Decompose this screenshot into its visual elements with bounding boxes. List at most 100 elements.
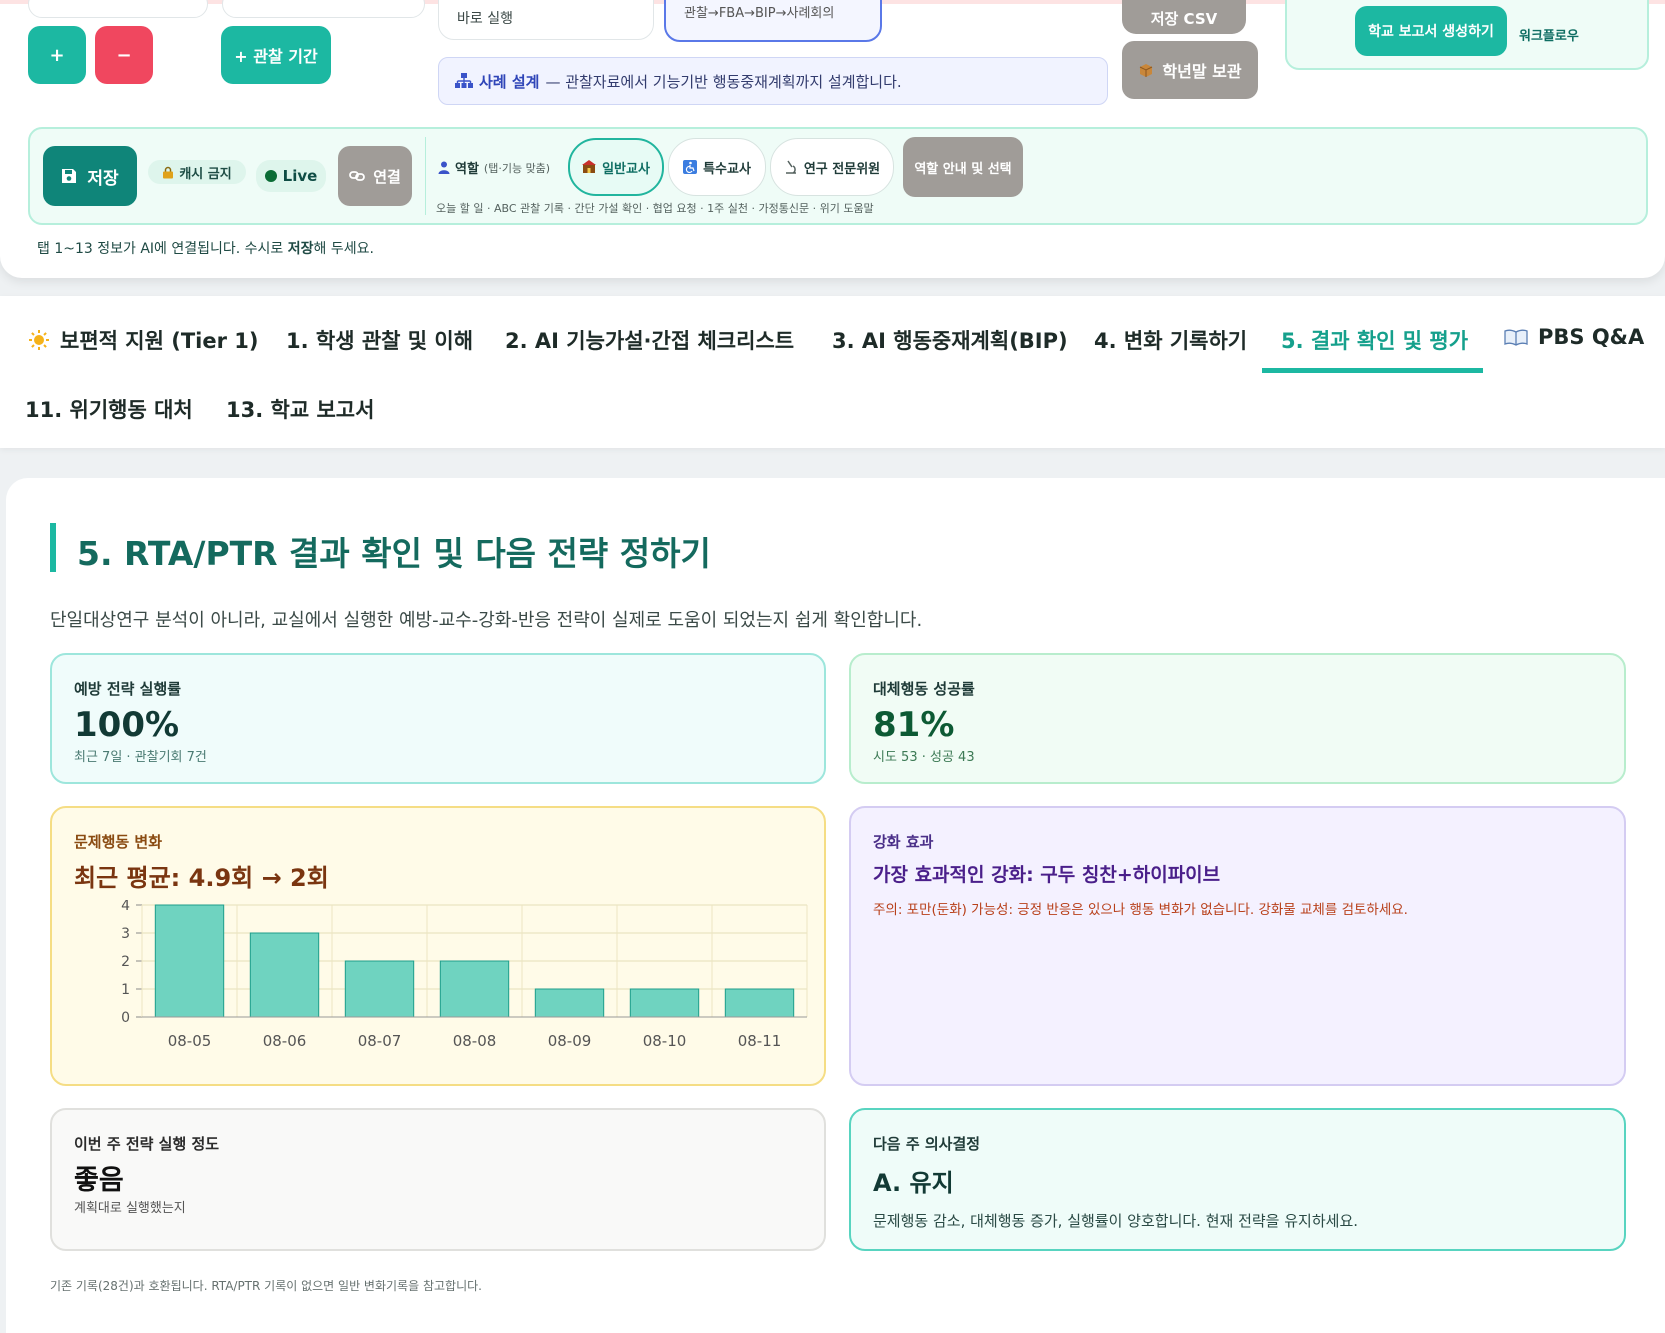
school-icon <box>582 160 597 173</box>
fidelity-label: 이번 주 전략 실행 정도 <box>74 1135 220 1153</box>
tab-bip[interactable]: 3. AI 행동중재계획(BIP) <box>832 325 1068 355</box>
page-title: 5. RTA/PTR 결과 확인 및 다음 전략 정하기 <box>77 534 711 573</box>
decision-sub: 문제행동 감소, 대체행동 증가, 실행률이 양호합니다. 현재 전략을 유지하… <box>873 1212 1359 1230</box>
y-tick-label: 4 <box>121 900 130 914</box>
role-general-label: 일반교사 <box>602 161 650 177</box>
prevention-rate-value: 100% <box>74 705 180 745</box>
cache-badge: 캐시 금지 <box>148 160 246 184</box>
role-special-label: 특수교사 <box>703 161 751 177</box>
replacement-rate-value: 81% <box>873 705 955 745</box>
x-tick-label: 08-05 <box>168 1032 212 1050</box>
tab-observation[interactable]: 1. 학생 관찰 및 이해 <box>286 325 473 355</box>
compat-footnote: 기존 기록(28건)과 호환됩니다. RTA/PTR 기록이 없으면 일반 변화… <box>50 1279 482 1293</box>
report-panel: 학교 보고서 생성하기 워크플로우 <box>1285 0 1649 70</box>
chart-bar <box>439 960 510 1018</box>
tab-tier1[interactable]: 보편적 지원 (Tier 1) <box>28 325 258 355</box>
fidelity-sub: 계획대로 실행했는지 <box>74 1201 186 1216</box>
role-guide-button[interactable]: 역할 안내 및 선택 <box>903 137 1023 197</box>
problem-behavior-value: 최근 평균: 4.9회 → 2회 <box>74 864 329 892</box>
x-tick-label: 08-09 <box>548 1032 592 1050</box>
tab-function-hypothesis[interactable]: 2. AI 기능가설·간접 체크리스트 <box>505 325 794 355</box>
ai-notice-bold: 저장 <box>287 241 314 257</box>
decision-card: 다음 주 의사결정 A. 유지 문제행동 감소, 대체행동 증가, 실행률이 양… <box>849 1108 1626 1251</box>
role-label: 역할 <box>455 162 479 177</box>
tab-crisis[interactable]: 11. 위기행동 대처 <box>25 394 193 424</box>
role-research-label: 연구 전문위원 <box>803 161 881 177</box>
x-tick-label: 08-08 <box>453 1032 497 1050</box>
chart-bar <box>534 988 605 1018</box>
replacement-rate-card: 대체행동 성공률 81% 시도 53 · 성공 43 <box>849 653 1626 784</box>
x-tick-label: 08-06 <box>263 1032 307 1050</box>
plus-button[interactable]: + <box>28 26 86 84</box>
today-tasks: 오늘 할 일 · ABC 관찰 기록 · 간단 가설 확인 · 협업 요청 · … <box>436 202 874 215</box>
flow-label: 관찰→FBA→BIP→사례회의 <box>684 6 835 21</box>
top-field-2[interactable] <box>222 0 425 18</box>
tab-change-log[interactable]: 4. 변화 기록하기 <box>1094 325 1247 355</box>
box-icon <box>1140 64 1153 77</box>
open-book-icon <box>1504 329 1528 346</box>
case-design-title: 사례 설계 <box>479 72 540 91</box>
y-tick-label: 3 <box>121 926 130 942</box>
run-now-card[interactable]: 바로 실행 <box>438 0 654 40</box>
chart-bar <box>249 932 320 1018</box>
person-icon <box>438 161 450 174</box>
x-tick-label: 08-11 <box>738 1032 782 1050</box>
workflow-link[interactable]: 워크플로우 <box>1519 25 1579 44</box>
reinforcement-card: 강화 효과 가장 효과적인 강화: 구두 칭찬+하이파이브 주의: 포만(둔화)… <box>849 806 1626 1086</box>
floppy-icon <box>62 169 77 183</box>
ai-notice-prefix: 탭 1~13 정보가 AI에 연결됩니다. 수시로 <box>37 241 288 257</box>
school-report-button[interactable]: 학교 보고서 생성하기 <box>1355 6 1507 56</box>
connect-button[interactable]: 연결 <box>338 146 412 206</box>
lock-icon <box>163 166 174 178</box>
tab-pbs-qa[interactable]: PBS Q&A <box>1504 325 1644 349</box>
problem-behavior-bar-chart: 0 1 2 3 4 08-05 08-06 08-07 08-08 08-09 08-10 08-11 <box>121 900 808 1050</box>
sun-icon <box>29 330 49 350</box>
tab-pbs-qa-label: PBS Q&A <box>1538 325 1645 349</box>
save-label: 저장 <box>87 168 119 189</box>
connect-label: 연결 <box>373 167 401 186</box>
role-hint: (탭·기능 맞춤) <box>483 161 551 175</box>
reinforcement-value: 가장 효과적인 강화: 구두 칭찬+하이파이브 <box>873 864 1221 886</box>
reinforcement-warning: 주의: 포만(둔화) 가능성: 긍정 반응은 있으나 행동 변화가 없습니다. … <box>873 902 1408 918</box>
y-tick-label: 2 <box>121 954 130 970</box>
problem-behavior-label: 문제행동 변화 <box>74 833 163 851</box>
role-special-teacher[interactable]: 특수교사 <box>668 138 766 196</box>
problem-behavior-card: 문제행동 변화 최근 평균: 4.9회 → 2회 0 1 2 3 4 08-05 08-06… <box>50 806 826 1086</box>
minus-button[interactable]: − <box>95 26 153 84</box>
csv-label: 저장 CSV <box>1150 9 1218 28</box>
tab-results[interactable]: 5. 결과 확인 및 평가 <box>1281 325 1468 355</box>
ai-notice: 탭 1~13 정보가 AI에 연결됩니다. 수시로 저장해 두세요. <box>37 238 374 258</box>
sitemap-icon <box>455 73 473 88</box>
csv-button[interactable]: 저장 CSV <box>1122 0 1246 34</box>
fidelity-card: 이번 주 전략 실행 정도 좋음 계획대로 실행했는지 <box>50 1108 826 1251</box>
live-label: Live <box>282 167 318 185</box>
live-badge: Live <box>256 160 326 192</box>
role-research-expert[interactable]: 연구 전문위원 <box>770 138 894 196</box>
chart-bar <box>154 904 225 1018</box>
top-field-1[interactable] <box>28 0 208 18</box>
prevention-rate-label: 예방 전략 실행률 <box>74 680 182 698</box>
flow-card[interactable]: 관찰→FBA→BIP→사례회의 <box>664 0 882 42</box>
x-tick-label: 08-10 <box>643 1032 687 1050</box>
decision-value: A. 유지 <box>873 1169 954 1197</box>
chart-bar <box>629 988 700 1018</box>
fidelity-value: 좋음 <box>74 1165 124 1196</box>
archive-button[interactable]: 학년말 보관 <box>1122 41 1258 99</box>
microscope-icon <box>785 160 796 174</box>
link-icon <box>349 171 366 181</box>
live-dot-icon <box>264 170 277 182</box>
add-period-button[interactable]: + 관찰 기간 <box>221 26 331 84</box>
role-heading: 역할 (탭·기능 맞춤) <box>438 158 550 177</box>
x-tick-label: 08-07 <box>358 1032 402 1050</box>
prevention-rate-sub: 최근 7일 · 관찰기회 7건 <box>74 750 207 765</box>
case-design-banner: 사례 설계 — 관찰자료에서 기능기반 행동중재계획까지 설계합니다. <box>438 57 1108 105</box>
prevention-rate-card: 예방 전략 실행률 100% 최근 7일 · 관찰기회 7건 <box>50 653 826 784</box>
role-general-teacher[interactable]: 일반교사 <box>568 138 664 196</box>
save-button[interactable]: 저장 <box>43 146 137 206</box>
tab-tier1-label: 보편적 지원 (Tier 1) <box>60 329 259 353</box>
page-description: 단일대상연구 분석이 아니라, 교실에서 실행한 예방-교수-강화-반응 전략이… <box>50 610 923 631</box>
active-tab-indicator <box>1262 368 1483 373</box>
y-tick-label: 1 <box>121 982 130 998</box>
archive-label: 학년말 보관 <box>1162 62 1242 81</box>
tab-school-report[interactable]: 13. 학교 보고서 <box>226 394 374 424</box>
